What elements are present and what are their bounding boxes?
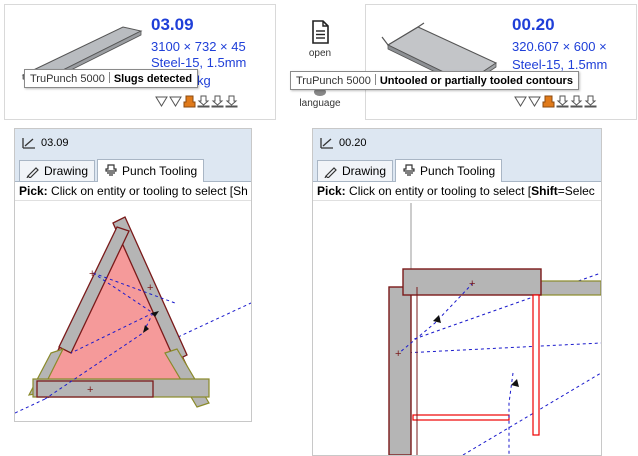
panel-titlebar: 03.09 bbox=[15, 129, 251, 157]
tooltip-app: TruPunch 5000 bbox=[30, 73, 105, 85]
right-tooling-panel: 00.20 Drawing Punch Tooling Pick: Click … bbox=[312, 128, 602, 456]
right-part-card[interactable]: 00.20 320.607 × 600 × Steel-15, 1.5mm bbox=[365, 4, 637, 120]
status-icon[interactable] bbox=[155, 95, 168, 108]
tooltip-message: Untooled or partially tooled contours bbox=[379, 75, 573, 87]
part-number[interactable]: 00.20 bbox=[512, 15, 555, 35]
status-icon[interactable] bbox=[183, 95, 196, 108]
language-button[interactable]: language bbox=[295, 88, 345, 109]
left-part-card[interactable]: 03.09 3100 × 732 × 45 Steel-15, 1.5mm kg bbox=[4, 4, 276, 120]
open-label: open bbox=[308, 48, 332, 59]
tooling-hit-bottom bbox=[36, 380, 154, 398]
language-label: language bbox=[299, 98, 341, 109]
status-icon[interactable] bbox=[556, 95, 569, 108]
svg-text:+: + bbox=[395, 348, 401, 360]
status-icon-row bbox=[514, 95, 597, 108]
status-icon[interactable] bbox=[542, 95, 555, 108]
open-button[interactable]: open bbox=[300, 20, 340, 59]
status-icon[interactable] bbox=[514, 95, 527, 108]
drawing-icon bbox=[26, 167, 39, 178]
status-icon-row bbox=[155, 95, 238, 108]
tab-drawing-label: Drawing bbox=[44, 164, 89, 178]
slugs-tooltip: TruPunch 5000 Slugs detected bbox=[24, 69, 199, 88]
pick-tail: =Selec bbox=[557, 184, 595, 198]
pick-text: Click on entity or tooling to select [Sh bbox=[47, 184, 248, 198]
svg-text:+: + bbox=[469, 278, 475, 290]
pick-shift: Shift bbox=[531, 184, 558, 198]
part-number[interactable]: 03.09 bbox=[151, 15, 194, 35]
tab-drawing[interactable]: Drawing bbox=[19, 160, 96, 181]
pick-status-bar: Pick: Click on entity or tooling to sele… bbox=[15, 182, 251, 201]
tab-drawing[interactable]: Drawing bbox=[317, 160, 394, 181]
status-icon[interactable] bbox=[584, 95, 597, 108]
panel-title: 00.20 bbox=[339, 137, 367, 149]
panel-titlebar: 00.20 bbox=[313, 129, 601, 157]
svg-text:+: + bbox=[147, 282, 153, 294]
drawing-icon bbox=[22, 138, 35, 149]
status-icon[interactable] bbox=[211, 95, 224, 108]
part-weight-unit: kg bbox=[197, 73, 211, 88]
left-tooling-panel: 03.09 Drawing Punch Tooling Pick: Click … bbox=[14, 128, 252, 422]
punch-tooling-canvas[interactable]: + + bbox=[313, 203, 601, 455]
status-icon[interactable] bbox=[528, 95, 541, 108]
tab-punch-tooling-label: Punch Tooling bbox=[122, 164, 198, 178]
pick-status-bar: Pick: Click on entity or tooling to sele… bbox=[313, 182, 601, 201]
drawing-icon bbox=[324, 167, 337, 178]
tooltip-message: Slugs detected bbox=[113, 73, 193, 85]
punch-tooling-canvas[interactable]: + + + bbox=[15, 203, 251, 421]
panel-tabs: Drawing Punch Tooling bbox=[15, 157, 251, 182]
drawing-icon bbox=[320, 138, 333, 149]
pick-text: Click on entity or tooling to select [ bbox=[345, 184, 532, 198]
pick-label: Pick: bbox=[19, 184, 48, 198]
part-dimensions: 3100 × 732 × 45 bbox=[151, 39, 246, 54]
svg-text:+: + bbox=[89, 268, 95, 280]
contours-tooltip: TruPunch 5000 Untooled or partially toole… bbox=[290, 71, 579, 90]
tooltip-app: TruPunch 5000 bbox=[296, 75, 371, 87]
punch-tooling-icon bbox=[105, 164, 117, 176]
status-icon[interactable] bbox=[197, 95, 210, 108]
status-icon[interactable] bbox=[169, 95, 182, 108]
panel-tabs: Drawing Punch Tooling bbox=[313, 157, 601, 182]
part-dimensions: 320.607 × 600 × bbox=[512, 39, 607, 54]
file-icon bbox=[312, 20, 329, 44]
svg-text:+: + bbox=[87, 384, 93, 396]
tab-punch-tooling-label: Punch Tooling bbox=[420, 164, 496, 178]
pick-label: Pick: bbox=[317, 184, 346, 198]
status-icon[interactable] bbox=[570, 95, 583, 108]
tab-punch-tooling[interactable]: Punch Tooling bbox=[97, 159, 205, 182]
part-material: Steel-15, 1.5mm bbox=[512, 57, 608, 72]
status-icon[interactable] bbox=[225, 95, 238, 108]
panel-title: 03.09 bbox=[41, 137, 69, 149]
part-material: Steel-15, 1.5mm bbox=[151, 55, 247, 70]
punch-tooling-icon bbox=[403, 164, 415, 176]
tab-punch-tooling[interactable]: Punch Tooling bbox=[395, 159, 503, 182]
tab-drawing-label: Drawing bbox=[342, 164, 387, 178]
